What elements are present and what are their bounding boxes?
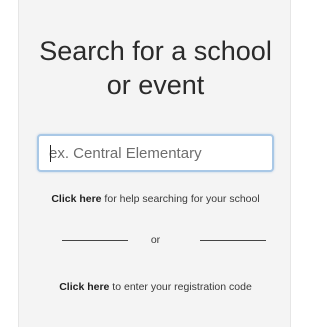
registration-code-description: to enter your registration code [109, 281, 252, 293]
registration-code-text: Click here to enter your registration co… [19, 279, 292, 295]
search-help-description: for help searching for your school [101, 193, 260, 205]
or-divider: or [19, 232, 292, 248]
search-field-container[interactable] [37, 134, 274, 172]
search-panel: Search for a school or event Click here … [18, 0, 291, 327]
search-input[interactable] [39, 136, 272, 170]
page-title: Search for a school or event [19, 34, 292, 102]
registration-code-link[interactable]: Click here [59, 281, 109, 293]
page-title-line2: or event [106, 70, 205, 100]
search-help-text: Click here for help searching for your s… [19, 191, 292, 207]
text-cursor [50, 145, 51, 162]
page-title-line1: Search for a school [39, 36, 272, 66]
search-help-link[interactable]: Click here [51, 193, 101, 205]
divider-line-right [200, 240, 266, 241]
